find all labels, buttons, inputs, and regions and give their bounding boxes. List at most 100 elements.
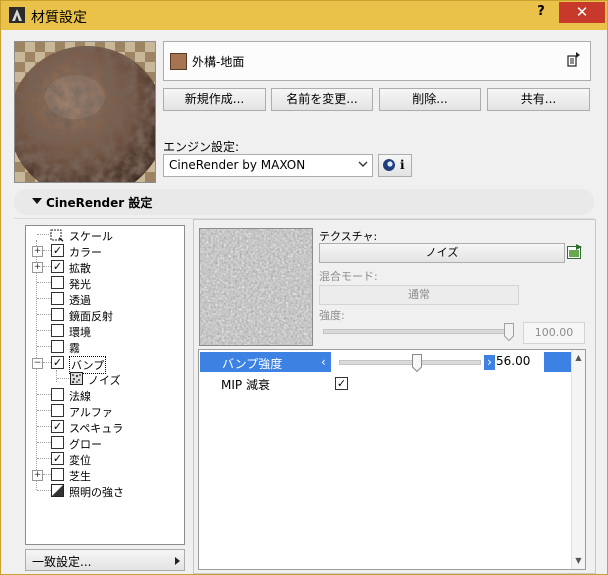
noise-texture-icon: [70, 372, 83, 385]
bump-strength-value[interactable]: 56.00: [496, 354, 544, 370]
engine-label: エンジン設定:: [163, 140, 240, 154]
engine-value: CineRender by MAXON: [169, 158, 306, 172]
tree-item-label: グロー: [69, 438, 102, 451]
illumination-icon: [51, 484, 64, 497]
bump-strength-slider-thumb[interactable]: [412, 354, 423, 372]
checkbox[interactable]: [51, 276, 64, 289]
tree-item-label: 透過: [69, 294, 91, 307]
blend-mode-select: 通常: [319, 285, 519, 305]
cinerender-settings-header[interactable]: CineRender 設定: [14, 189, 594, 215]
checkbox[interactable]: ✓: [51, 244, 64, 257]
tree-item-grass[interactable]: + 芝生: [26, 467, 184, 483]
row-highlight: [544, 352, 572, 372]
tree-item-color[interactable]: + ✓ カラー: [26, 243, 184, 259]
collapse-triangle-icon: [32, 198, 42, 204]
noise-texture-preview: [200, 229, 312, 345]
checkbox[interactable]: [51, 468, 64, 481]
tree-item-label: カラー: [69, 246, 102, 259]
checkbox[interactable]: [51, 324, 64, 337]
checkbox[interactable]: [51, 388, 64, 401]
tree-item-normal[interactable]: 法線: [26, 387, 184, 403]
consistency-settings-button[interactable]: 一致設定...: [25, 549, 185, 571]
increase-icon[interactable]: ›: [484, 355, 495, 370]
intensity-slider-thumb: [504, 323, 514, 341]
texture-button[interactable]: ノイズ: [319, 243, 565, 263]
intensity-value: 100.00: [523, 322, 585, 344]
checkbox[interactable]: [51, 292, 64, 305]
scale-icon: [50, 229, 64, 242]
info-icon: i: [400, 158, 405, 172]
bump-strength-label: バンプ強度: [222, 357, 283, 371]
texture-preview: [199, 228, 313, 346]
material-menu-icon[interactable]: [566, 52, 580, 68]
decrease-icon[interactable]: ‹: [321, 356, 330, 368]
tree-guide: [43, 474, 51, 475]
tree-item-label: スペキュラ: [69, 422, 124, 435]
window-title: 材質設定: [31, 10, 87, 26]
tree-guide: [37, 458, 51, 459]
expand-icon[interactable]: +: [32, 262, 43, 273]
engine-select[interactable]: CineRender by MAXON: [163, 154, 373, 177]
mip-falloff-checkbox[interactable]: ✓: [335, 377, 348, 390]
cinerender-logo-icon: [383, 159, 395, 171]
checkbox[interactable]: [51, 340, 64, 353]
checkbox[interactable]: [51, 436, 64, 449]
channel-tree: スケール + ✓ カラー + ✓ 拡散 発光 透過 鏡面反射 環境 霧 − ✓ …: [25, 225, 185, 545]
material-name-field[interactable]: 外構-地面: [163, 41, 591, 81]
checkbox[interactable]: ✓: [51, 260, 64, 273]
material-settings-dialog: 材質設定 ? ✕ 外構-地面 新規作成... 名前を変更... 削除... 共有…: [0, 0, 608, 575]
tree-item-label: 発光: [69, 278, 91, 291]
property-list: バンプ強度 ‹ › 56.00 MIP 減衰 ✓ ▲ ▼: [198, 349, 586, 570]
tree-item-bump[interactable]: − ✓ バンプ: [26, 355, 184, 374]
tree-item-scale[interactable]: スケール: [26, 227, 184, 243]
property-row-mip-falloff[interactable]: MIP 減衰 ✓: [199, 374, 571, 394]
intensity-slider: [323, 329, 511, 334]
tree-item-fog[interactable]: 霧: [26, 339, 184, 355]
mip-falloff-label: MIP 減衰: [221, 378, 270, 392]
tree-guide: [37, 410, 51, 411]
close-button[interactable]: ✕: [559, 2, 605, 23]
checkbox[interactable]: ✓: [51, 452, 64, 465]
checkbox[interactable]: [51, 404, 64, 417]
help-button[interactable]: ?: [534, 4, 548, 22]
tree-guide: [37, 394, 51, 395]
tree-item-transparency[interactable]: 透過: [26, 291, 184, 307]
share-button[interactable]: 共有...: [487, 88, 590, 111]
tree-item-specular[interactable]: ✓ スペキュラ: [26, 419, 184, 435]
tree-item-noise[interactable]: ノイズ: [26, 371, 184, 387]
tree-guide: [57, 378, 69, 379]
engine-info-button[interactable]: i: [378, 154, 412, 177]
collapse-icon[interactable]: −: [32, 358, 43, 369]
vertical-scrollbar[interactable]: ▲ ▼: [571, 350, 585, 569]
tree-item-displacement[interactable]: ✓ 変位: [26, 451, 184, 467]
texture-link-icon[interactable]: [567, 244, 583, 261]
scroll-up-icon[interactable]: ▲: [574, 353, 583, 362]
checkbox[interactable]: ✓: [51, 420, 64, 433]
tree-item-environment[interactable]: 環境: [26, 323, 184, 339]
new-material-button[interactable]: 新規作成...: [163, 88, 266, 111]
tree-item-alpha[interactable]: アルファ: [26, 403, 184, 419]
checkbox[interactable]: ✓: [51, 356, 64, 369]
checkbox[interactable]: [51, 308, 64, 321]
tree-item-glow[interactable]: グロー: [26, 435, 184, 451]
property-name-cell: バンプ強度 ‹: [200, 352, 331, 372]
tree-item-label: ノイズ: [88, 374, 121, 387]
expand-icon[interactable]: +: [32, 246, 43, 257]
tree-item-label: 鏡面反射: [69, 310, 113, 323]
tree-item-label: 芝生: [69, 470, 91, 483]
expand-icon[interactable]: +: [32, 470, 43, 481]
bump-strength-slider[interactable]: [339, 360, 481, 365]
tree-item-reflection[interactable]: 鏡面反射: [26, 307, 184, 323]
title-bar[interactable]: 材質設定 ? ✕: [1, 1, 607, 30]
tree-item-luminance[interactable]: 発光: [26, 275, 184, 291]
section-title: CineRender 設定: [46, 196, 153, 210]
intensity-label: 強度:: [319, 309, 345, 322]
scroll-down-icon[interactable]: ▼: [574, 556, 583, 565]
tree-item-illumination[interactable]: 照明の強さ: [26, 483, 184, 499]
rename-button[interactable]: 名前を変更...: [271, 88, 373, 111]
delete-button[interactable]: 削除...: [379, 88, 481, 111]
tree-guide: [37, 490, 51, 491]
tree-item-diffuse[interactable]: + ✓ 拡散: [26, 259, 184, 275]
chevron-down-icon: [358, 161, 368, 167]
property-row-bump-strength[interactable]: バンプ強度 ‹ › 56.00: [199, 352, 572, 372]
